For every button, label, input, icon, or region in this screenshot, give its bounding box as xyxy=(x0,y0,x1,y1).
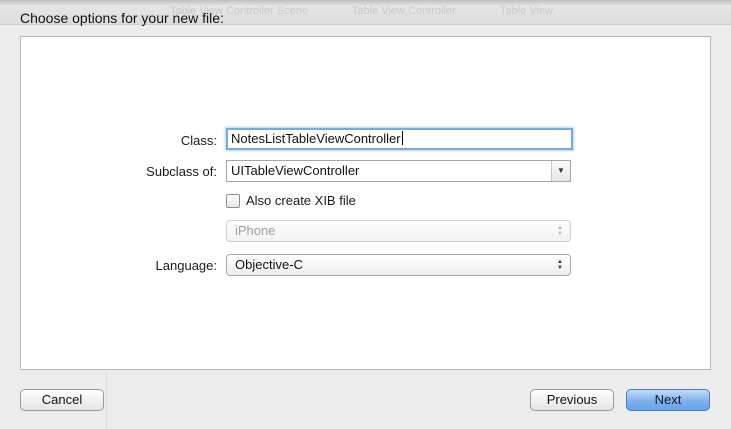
previous-button[interactable]: Previous xyxy=(530,389,614,411)
up-down-arrows-icon: ▲ ▼ xyxy=(557,259,563,271)
subclass-value: UITableViewController xyxy=(231,163,360,178)
chevron-down-icon[interactable]: ▼ xyxy=(551,161,570,181)
language-label: Language: xyxy=(155,258,217,273)
options-panel: Class: NotesListTableViewController Subc… xyxy=(20,36,711,370)
background-breadcrumb-controller: Table View Controller xyxy=(352,5,456,17)
text-caret xyxy=(401,131,403,145)
sheet-title: Choose options for your new file: xyxy=(20,10,224,26)
xib-checkbox[interactable] xyxy=(226,193,240,208)
subclass-combobox[interactable]: UITableViewController ▼ xyxy=(226,160,571,182)
class-name-field[interactable]: NotesListTableViewController xyxy=(226,128,573,150)
xib-checkbox-row[interactable]: Also create XIB file xyxy=(226,193,356,208)
language-popup[interactable]: Objective-C ▲ ▼ xyxy=(226,254,571,276)
next-button[interactable]: Next xyxy=(626,389,710,411)
class-name-value: NotesListTableViewController xyxy=(231,131,401,146)
device-value: iPhone xyxy=(235,223,276,238)
subclass-label: Subclass of: xyxy=(146,164,217,179)
sheet-top-shadow xyxy=(0,0,731,6)
background-divider xyxy=(106,372,107,429)
class-label: Class: xyxy=(180,133,217,148)
device-popup[interactable]: iPhone ▲ ▼ xyxy=(226,220,571,242)
up-down-arrows-icon: ▲ ▼ xyxy=(557,225,563,237)
cancel-button[interactable]: Cancel xyxy=(20,389,104,411)
language-value: Objective-C xyxy=(235,257,303,272)
background-breadcrumb-view: Table View xyxy=(500,5,553,17)
xib-checkbox-label: Also create XIB file xyxy=(246,193,356,208)
